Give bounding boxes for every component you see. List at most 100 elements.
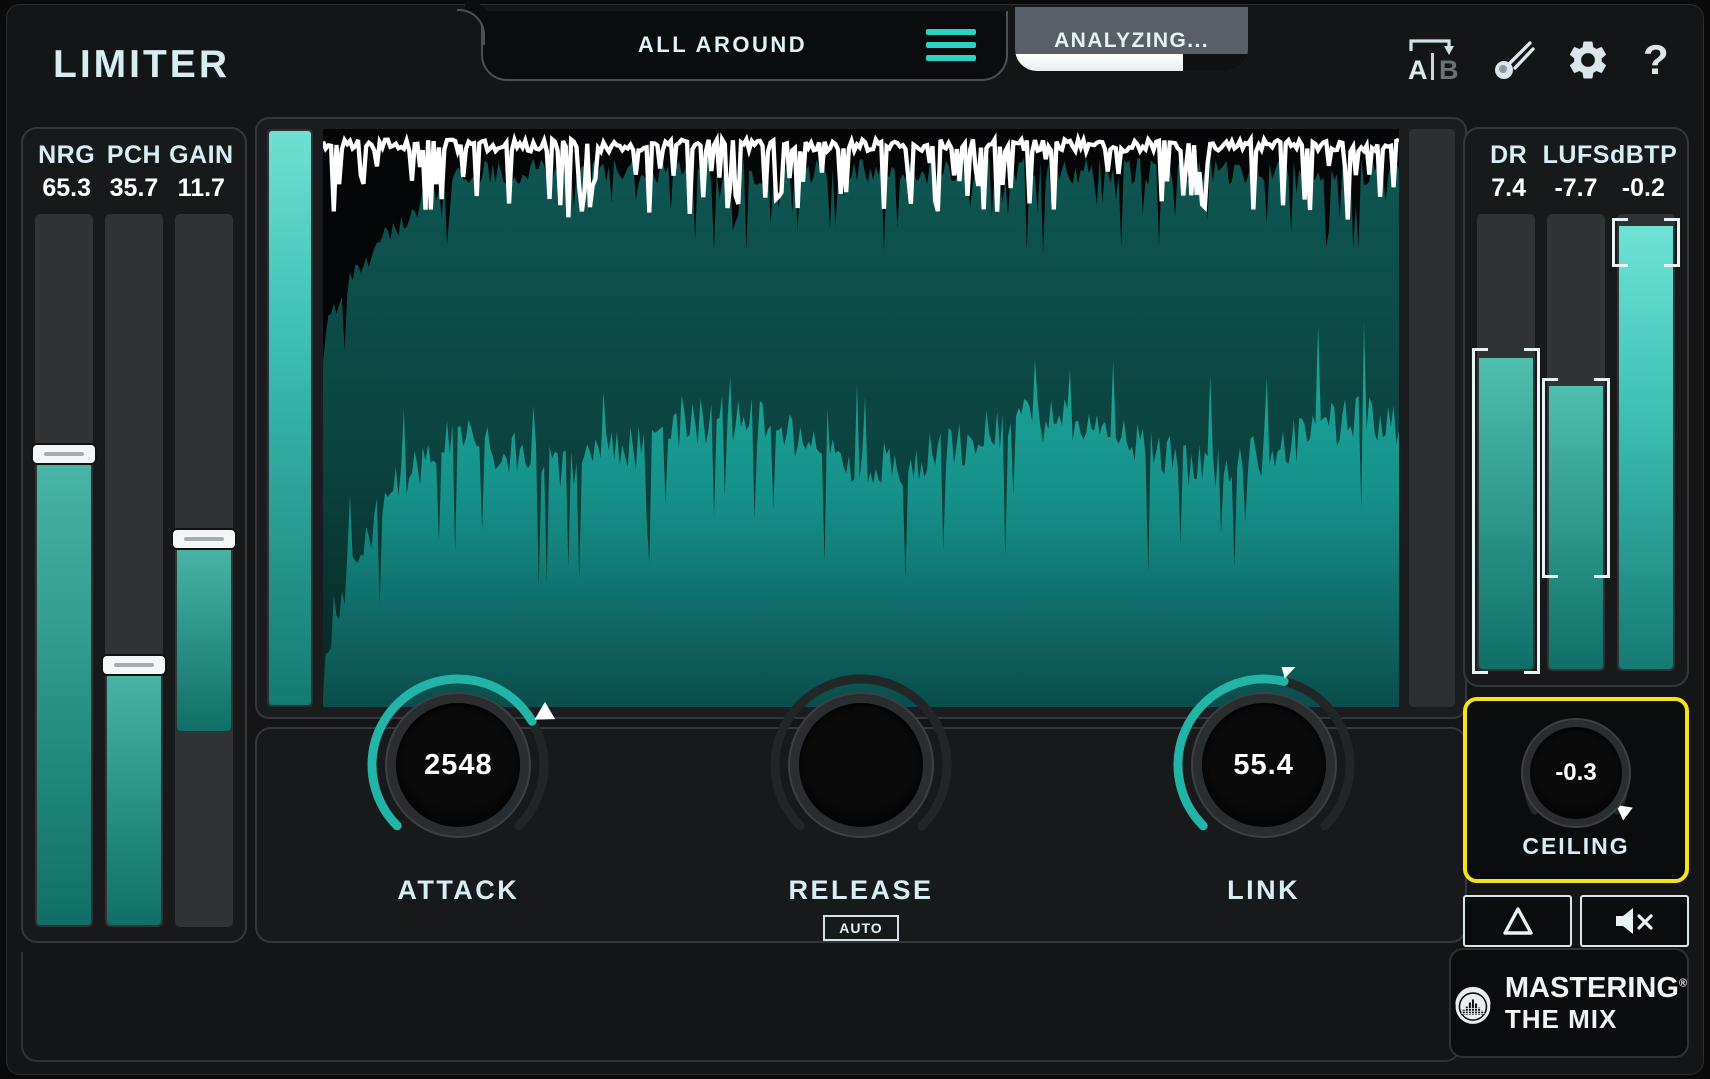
meter-fill (1479, 358, 1533, 669)
right-meter-group (1472, 214, 1680, 674)
waveform-svg (323, 129, 1399, 707)
analyzing-label: ANALYZING... (1054, 29, 1209, 52)
analyzing-tab[interactable]: ANALYZING... (1015, 7, 1248, 71)
brand-line-1-text: MASTERING (1504, 972, 1679, 1004)
delta-difference-icon (1502, 907, 1533, 935)
knob-label: ATTACK (397, 875, 520, 905)
knob-value: 55.4 (1233, 748, 1294, 781)
knob-unit-link: 55.4 LINK (1114, 667, 1414, 906)
footer-frame (21, 952, 1461, 1062)
svg-text:?: ? (1643, 36, 1669, 83)
fader-fill (177, 545, 231, 731)
gain-reduction-fill (269, 131, 311, 705)
fader-fill (37, 459, 91, 925)
ceiling-label: CEILING (1522, 833, 1630, 859)
fader-gain[interactable] (171, 214, 237, 927)
knob-release[interactable] (763, 667, 959, 863)
left-fader-group (31, 214, 237, 927)
plugin-window: LIMITER ALL AROUND ANALYZING... A B ? NR… (0, 0, 1710, 1079)
meter-column-pch: PCH 35.7 (101, 141, 168, 203)
meter-column-lufs: LUFS -7.7 (1543, 141, 1610, 203)
waveform-display[interactable] (323, 129, 1399, 707)
meter-column-dr: DR 7.4 (1475, 141, 1542, 203)
gain-reduction-fill-right (1411, 131, 1453, 705)
meter-value: 35.7 (109, 174, 159, 202)
knob-unit-release: RELEASE AUTO (711, 667, 1011, 941)
meter-dbtp (1612, 214, 1680, 671)
hamburger-line (926, 55, 976, 61)
knob-link[interactable]: 55.4 (1166, 667, 1362, 863)
ceiling-knob-body[interactable]: -0.3 (1530, 727, 1622, 819)
knob-label: RELEASE (788, 875, 934, 905)
fader-handle[interactable] (171, 527, 237, 550)
meter-value: 11.7 (177, 174, 225, 202)
fader-handle[interactable] (31, 443, 97, 466)
header-bar: LIMITER ALL AROUND ANALYZING... A B ? (7, 5, 1703, 113)
hamburger-line (926, 42, 976, 48)
page-title: LIMITER (53, 43, 230, 86)
knob-body[interactable] (798, 703, 923, 827)
knob-body[interactable]: 2548 (396, 703, 521, 827)
header-icon-group: A B ? (1405, 35, 1673, 90)
magic-wand-icon[interactable] (1491, 37, 1537, 88)
meter-label: LUFS (1542, 141, 1610, 169)
knob-panel: 2548 ATTACK RELEASE AUTO 55.4 LINK (255, 667, 1467, 943)
speaker-mute-icon (1615, 908, 1653, 934)
meter-column-gain: GAIN 11.7 (168, 141, 235, 203)
gear-icon[interactable] (1565, 37, 1611, 88)
footer-bar: MASTERING® THE MIX (21, 938, 1689, 1066)
ceiling-value: -0.3 (1555, 759, 1597, 786)
knob-unit-attack: 2548 ATTACK (308, 667, 608, 906)
analyzing-progress-fill (1015, 54, 1183, 71)
meter-label: DR (1490, 141, 1528, 169)
meter-lufs (1542, 214, 1610, 671)
knob-body[interactable]: 55.4 (1201, 703, 1326, 827)
meter-value: -0.2 (1621, 174, 1665, 202)
analyzing-progress-track (1015, 54, 1248, 71)
meter-fill (1619, 225, 1673, 669)
left-meter-headers: NRG 65.3 PCH 35.7 GAIN 11.7 (33, 141, 235, 203)
knob-attack[interactable]: 2548 (360, 667, 556, 863)
help-icon[interactable]: ? (1639, 36, 1673, 89)
ceiling-knob[interactable]: -0.3 (1501, 707, 1651, 829)
meter-label: dBTP (1609, 141, 1678, 169)
meter-value: -7.7 (1554, 174, 1598, 202)
knob-row: 2548 ATTACK RELEASE AUTO 55.4 LINK (257, 667, 1465, 941)
registered-mark: ® (1678, 977, 1687, 990)
brand-line-1: MASTERING® (1505, 974, 1687, 1003)
fader-fill (107, 670, 161, 925)
preset-selector[interactable]: ALL AROUND (457, 9, 1008, 81)
meter-column-dbtp: dBTP -0.2 (1610, 141, 1677, 203)
waveform-panel (255, 117, 1467, 719)
fader-pch[interactable] (101, 214, 167, 927)
svg-text:B: B (1439, 55, 1459, 85)
plugin-shell: LIMITER ALL AROUND ANALYZING... A B ? NR… (6, 4, 1704, 1075)
svg-text:A: A (1408, 55, 1428, 85)
brand-logo: MASTERING® THE MIX (1449, 948, 1689, 1058)
hamburger-line (926, 29, 976, 35)
right-meter-panel: DR 7.4 LUFS -7.7 dBTP -0.2 (1463, 127, 1689, 687)
ceiling-control[interactable]: -0.3 CEILING (1463, 697, 1689, 883)
meter-label: NRG (38, 141, 96, 169)
brand-line-2: THE MIX (1504, 1004, 1618, 1034)
meter-value: 7.4 (1491, 174, 1527, 202)
hamburger-menu-icon[interactable] (926, 29, 976, 61)
knob-value: 2548 (424, 748, 493, 781)
meter-label: GAIN (169, 141, 234, 169)
meter-fill (1549, 385, 1603, 669)
meter-value: 65.3 (42, 174, 91, 202)
brand-text: MASTERING® THE MIX (1504, 974, 1687, 1034)
meter-column-nrg: NRG 65.3 (33, 141, 100, 203)
gain-reduction-meter-right[interactable] (1409, 129, 1455, 707)
meter-dr (1472, 214, 1540, 674)
headphones-equalizer-logo-icon (1455, 987, 1491, 1024)
right-meter-headers: DR 7.4 LUFS -7.7 dBTP -0.2 (1475, 141, 1677, 203)
a-b-compare-icon[interactable]: A B (1405, 35, 1463, 90)
left-meter-panel: NRG 65.3 PCH 35.7 GAIN 11.7 (21, 127, 247, 943)
fader-nrg[interactable] (31, 214, 97, 927)
preset-name-label: ALL AROUND (637, 32, 808, 57)
gain-reduction-meter-left[interactable] (267, 129, 313, 707)
meter-label: PCH (106, 141, 162, 169)
fader-handle[interactable] (101, 654, 167, 677)
knob-label: LINK (1227, 875, 1301, 905)
